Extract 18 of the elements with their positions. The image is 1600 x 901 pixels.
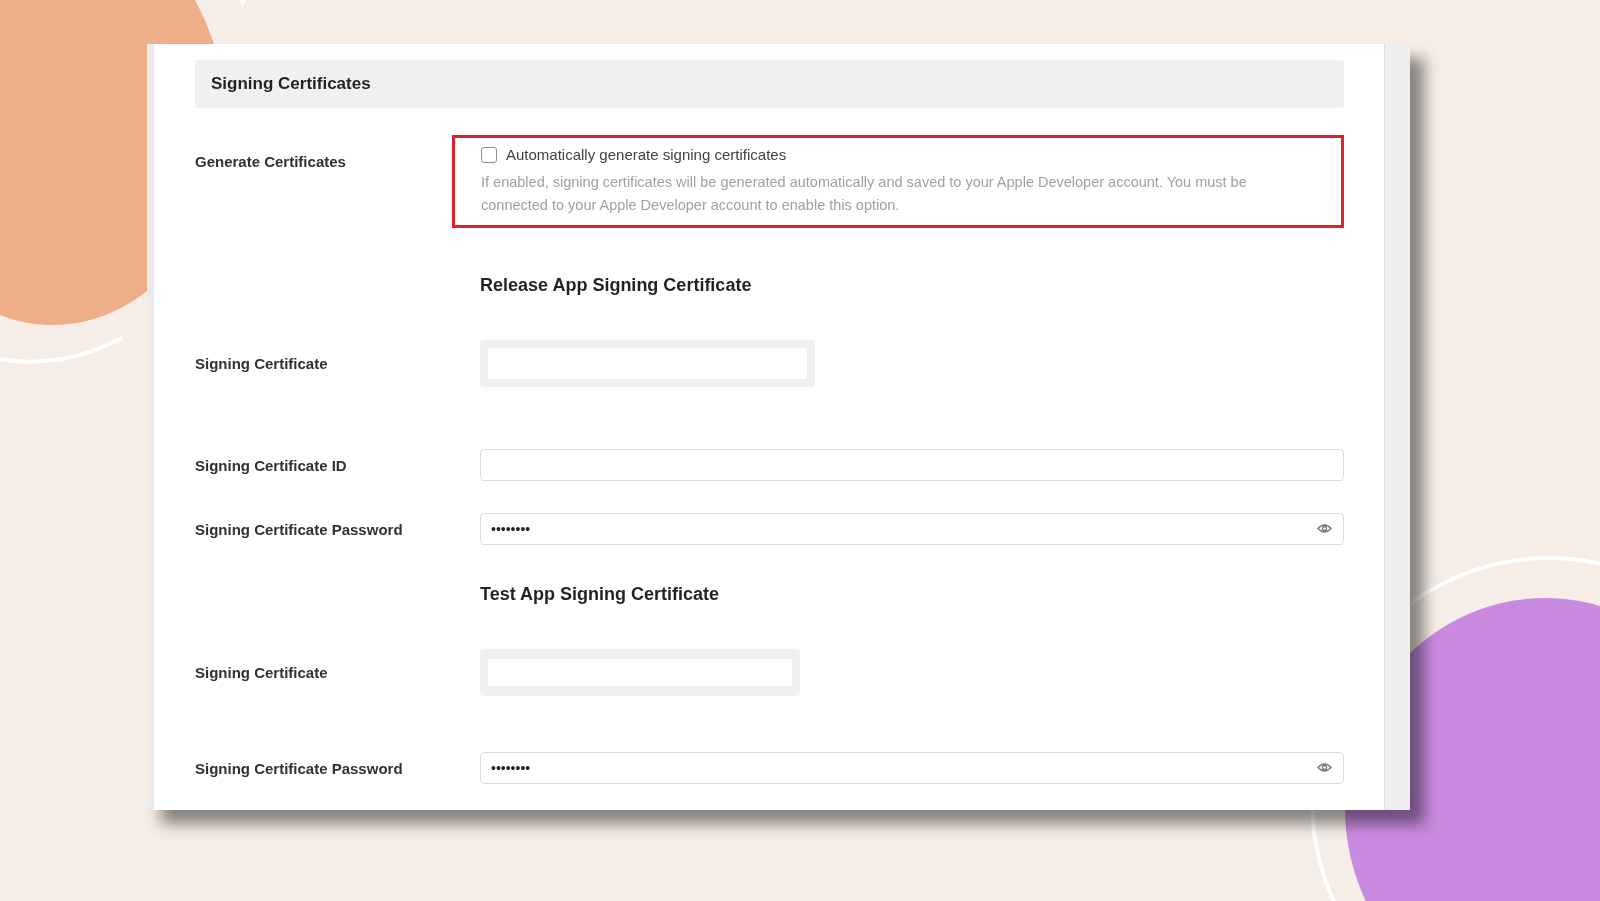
field-label: Signing Certificate [195,355,329,372]
help-text: If enabled, signing certificates will be generated automatically and saved to your Apple Developer account. You must be connected to your Apple Developer account to enable this option. [481,173,1248,215]
eye-icon[interactable] [1317,762,1332,773]
input-field[interactable] [480,449,1344,481]
eye-icon[interactable] [1317,523,1332,534]
subsection-heading: Release App Signing Certificate [480,274,753,296]
field-label: Signing Certificate [195,664,329,681]
field-label: Generate Certificates [195,152,347,170]
scrollbar[interactable] [1384,44,1410,810]
field-label: Signing Certificate ID [195,456,348,474]
subsection-heading: Test App Signing Certificate [480,583,721,605]
password-field[interactable]: •••••••• [480,752,1344,784]
checkbox-label[interactable]: Automatically generate signing certificates [506,146,787,163]
password-field[interactable]: •••••••• [480,513,1344,545]
section-title: Signing Certificates [211,74,371,94]
field-label: Signing Certificate Password [195,759,404,777]
checkbox[interactable] [481,146,497,163]
field-label: Signing Certificate Password [195,520,404,538]
